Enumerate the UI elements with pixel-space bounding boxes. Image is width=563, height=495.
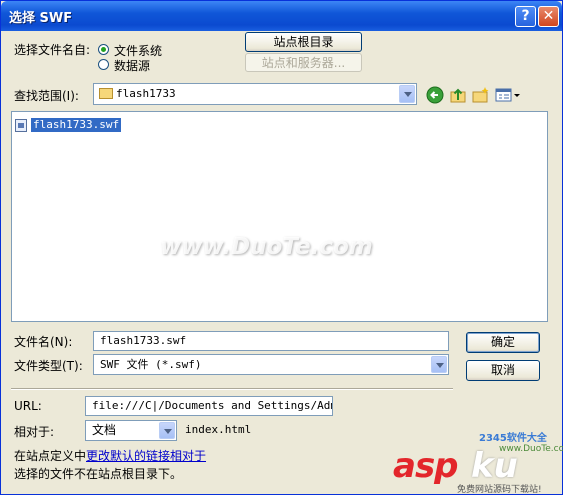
close-button[interactable]: ✕ [538, 6, 559, 27]
new-folder-icon[interactable] [472, 86, 490, 104]
file-name: flash1733.swf [29, 117, 123, 133]
radio-dot[interactable] [98, 59, 109, 70]
chevron-down-icon[interactable] [431, 356, 447, 373]
relative-value: 文档 [92, 423, 117, 437]
relative-label: 相对于: [14, 425, 55, 439]
swf-file-icon [15, 119, 27, 132]
chevron-down-icon[interactable] [399, 85, 415, 103]
url-input[interactable]: file:///C|/Documents and Settings/Admini… [85, 396, 333, 416]
radio-dot[interactable] [98, 44, 109, 55]
watermark: www.DuoTe.com [160, 234, 373, 260]
folder-icon [99, 88, 113, 99]
back-icon[interactable] [426, 86, 444, 104]
divider [11, 388, 453, 390]
up-folder-icon[interactable] [449, 86, 467, 104]
filename-input[interactable]: flash1733.swf [93, 331, 449, 351]
close-icon: ✕ [542, 8, 555, 24]
relative-page: index.html [185, 423, 252, 436]
logo-ku: ku [471, 446, 518, 486]
dialog-title: 选择 SWF [9, 11, 73, 26]
view-menu-icon[interactable] [495, 86, 521, 104]
filetype-select[interactable]: SWF 文件 (*.swf) [93, 354, 449, 375]
radio-data-source-label: 数据源 [114, 59, 151, 73]
relative-select[interactable]: 文档 [85, 420, 177, 441]
file-list[interactable]: flash1733.swf www.DuoTe.com [11, 111, 548, 322]
logo-asp: asp [393, 446, 459, 486]
filetype-value: SWF 文件 (*.swf) [100, 358, 202, 371]
help-icon: ? [521, 8, 530, 24]
change-prefix: 在站点定义中 [14, 449, 87, 463]
lookin-label: 查找范围(I): [14, 89, 79, 103]
help-button[interactable]: ? [515, 6, 536, 27]
radio-data-source[interactable]: 数据源 [98, 57, 218, 73]
ok-button[interactable]: 确定 [466, 332, 540, 353]
select-swf-dialog: 选择 SWF ? ✕ 选择文件名自: 文件系统 数据源 站点根目录 站点和服务器… [0, 0, 563, 495]
cancel-button[interactable]: 取消 [466, 360, 540, 381]
lookin-value: flash1733 [116, 87, 176, 100]
site-root-button[interactable]: 站点根目录 [245, 32, 362, 52]
sites-servers-button[interactable]: 站点和服务器... [245, 53, 362, 72]
chevron-down-icon[interactable] [159, 422, 175, 439]
radio-file-system[interactable]: 文件系统 [98, 42, 218, 58]
title-bar[interactable]: 选择 SWF ? ✕ [1, 1, 562, 31]
url-label: URL: [14, 399, 42, 413]
logo-2345: 2345软件大全 [479, 433, 547, 444]
logo-bottom-text: 免费网站源码下载站! [457, 485, 542, 495]
select-from-label: 选择文件名自: [14, 43, 91, 57]
not-in-root-note: 选择的文件不在站点根目录下。 [14, 467, 183, 481]
filename-label: 文件名(N): [14, 335, 73, 349]
change-default-link[interactable]: 更改默认的链接相对于 [86, 447, 206, 464]
filetype-label: 文件类型(T): [14, 359, 83, 373]
lookin-select[interactable]: flash1733 [93, 83, 417, 105]
